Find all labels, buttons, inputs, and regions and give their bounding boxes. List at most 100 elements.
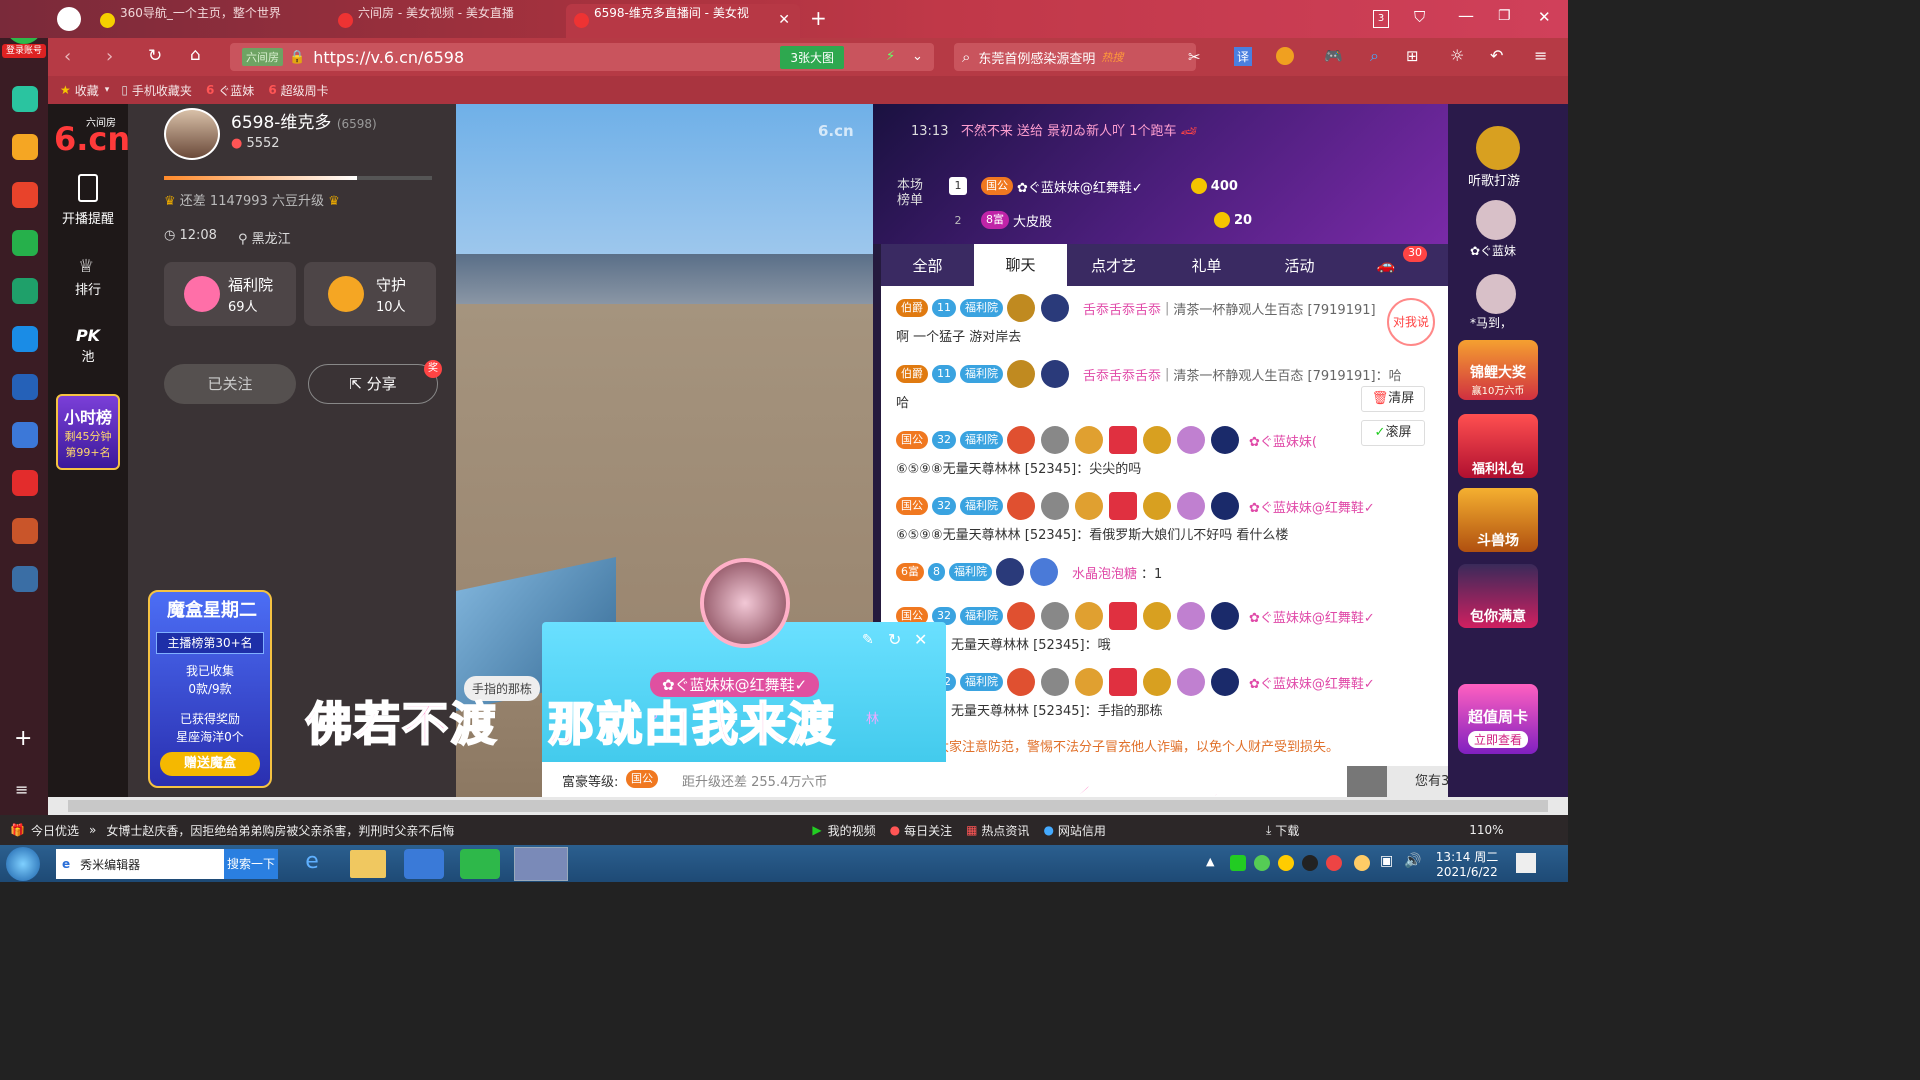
dropdown-icon[interactable]: ⌄ (912, 49, 923, 64)
chat-message[interactable]: 国公 32 福利院 ✿ぐ蓝妹妹@红舞鞋✓ 无量天尊林林 [52345]：哦 (896, 594, 1434, 660)
url-field[interactable]: 六间房 🔒 https://v.6.cn/6598 3张大图 (230, 43, 934, 71)
tab-all[interactable]: 全部 (881, 255, 974, 276)
tray-app-icon[interactable] (1302, 855, 1318, 871)
brightness-icon[interactable]: ☼ (1450, 46, 1464, 65)
translate-icon[interactable]: 译 (1234, 47, 1253, 66)
reload-icon[interactable]: ↻ (148, 46, 162, 66)
chat-message[interactable]: 伯爵 11 福利院 舌忝舌忝舌忝 | 清茶一杯静观人生百态 [7919191] … (896, 286, 1434, 352)
folder-icon[interactable] (350, 850, 386, 878)
search-button[interactable]: 搜索一下 (224, 849, 278, 879)
bookmark-lanmei[interactable]: ぐ蓝妹 (218, 82, 254, 99)
close-window-icon[interactable]: ✕ (1538, 8, 1551, 26)
notification-icon[interactable] (1516, 853, 1536, 873)
search-field[interactable]: ⌕ 东莞首例感染源查明 热搜 (954, 43, 1196, 71)
mail-icon[interactable] (12, 230, 38, 256)
rail-label[interactable]: ✿ぐ蓝妹 (1470, 242, 1516, 259)
music-game-icon[interactable] (1476, 126, 1520, 170)
bookmark-favorites[interactable]: 收藏 (75, 82, 99, 99)
bookmark-weekcard[interactable]: 超级周卡 (281, 82, 329, 99)
followed-button[interactable]: 已关注 (164, 364, 296, 404)
clear-screen-button[interactable]: 🗑清屏 (1361, 386, 1425, 412)
nav-rank[interactable]: 排行 (48, 279, 128, 298)
scissors-icon[interactable]: ✂ (1188, 48, 1201, 66)
back-icon[interactable]: ‹ (64, 46, 71, 67)
ie-icon[interactable]: e (294, 849, 330, 879)
tab-360[interactable]: 360导航_一个主页，整个世界 (92, 4, 322, 38)
news-label[interactable]: 今日优选 (31, 822, 79, 839)
welfare-button[interactable]: 福利院 69人 (164, 262, 296, 326)
undo-icon[interactable]: ↶ (1490, 46, 1503, 65)
shirt-icon[interactable]: ⛉ (1414, 8, 1425, 26)
home-icon[interactable]: ⌂ (190, 45, 201, 65)
shop-icon[interactable] (12, 566, 38, 592)
coin-icon[interactable] (1276, 47, 1294, 65)
rank-row[interactable]: 2 8富 大皮股 20 (949, 210, 1252, 230)
magnifier-icon[interactable]: ⌕ (1370, 46, 1379, 66)
xiaohongshu-icon[interactable] (12, 470, 38, 496)
status-videos[interactable]: 我的视频 (828, 822, 876, 839)
kugou-icon[interactable] (404, 849, 444, 879)
nav-pool[interactable]: 池 (48, 346, 128, 365)
tab-active[interactable]: 6598-维克多直播间 - 美女视 ✕ (566, 4, 800, 38)
cloud-icon[interactable] (12, 278, 38, 304)
bigpic-button[interactable]: 3张大图 (780, 45, 844, 69)
tray-app-icon[interactable] (1326, 855, 1342, 871)
koi-promo[interactable]: 锦鲤大奖 赢10万六币 (1458, 340, 1538, 400)
avatar[interactable] (1476, 200, 1516, 240)
chat-message[interactable]: 国公 32 福利院 ✿ぐ蓝妹妹( ⑥⑤⑨⑧无量天尊林林 [52345]：尖尖的吗 (896, 418, 1434, 484)
minimize-icon[interactable]: — (1458, 6, 1474, 25)
restore-icon[interactable]: ❐ (1498, 8, 1511, 24)
taskbar-search[interactable]: e 秀米编辑器 (56, 849, 224, 879)
tab-activity[interactable]: 活动 (1253, 255, 1346, 276)
guard-button[interactable]: 守护 10人 (304, 262, 436, 326)
game-icon[interactable] (12, 518, 38, 544)
send-magic-box-button[interactable]: 赠送魔盒 (160, 752, 260, 776)
tray-app-icon[interactable] (1254, 855, 1270, 871)
horizontal-scrollbar[interactable] (48, 797, 1568, 815)
magic-box-promo[interactable]: 魔盒星期二 主播榜第30+名 我已收集 0款/9款 已获得奖励 星座海洋0个 赠… (148, 590, 272, 788)
nav-pk[interactable]: PK (48, 326, 128, 345)
tray-shield-icon[interactable] (1230, 855, 1246, 871)
start-button-icon[interactable] (6, 847, 40, 881)
rail-label[interactable]: 听歌打游 (1468, 170, 1520, 189)
avatar[interactable] (164, 108, 220, 160)
grid-icon[interactable]: ⊞ (1406, 47, 1419, 65)
welfare-gift-promo[interactable]: 福利礼包 (1458, 414, 1538, 478)
volume-icon[interactable]: 🔊 (1404, 853, 1421, 869)
chevron-down-icon[interactable]: ▾ (105, 85, 110, 95)
navigation-icon[interactable] (57, 7, 81, 31)
browser-menu-icon[interactable]: ≡ (1534, 46, 1547, 65)
network-icon[interactable]: ▣ (1380, 853, 1393, 869)
chat-message[interactable]: 伯爵 11 福利院 舌忝舌忝舌忝 | 清茶一杯静观人生百态 [7919191]：… (896, 352, 1434, 418)
tab-6cn[interactable]: 六间房 - 美女视频 - 美女直播 (330, 4, 558, 38)
site-logo[interactable]: 六间房 6.cn (54, 112, 130, 158)
chat-message[interactable]: 国公 32 福利院 ✿ぐ蓝妹妹@红舞鞋✓ 无量天尊林林 [52345]：手指的那… (896, 660, 1434, 726)
status-hot[interactable]: 热点资讯 (981, 822, 1029, 839)
hour-rank-widget[interactable]: 小时榜 剩45分钟 第99+名 (56, 394, 120, 470)
zoom-level[interactable]: 110% (1469, 823, 1503, 837)
share-button[interactable]: ⇱ 分享 (308, 364, 438, 404)
nav-live-remind[interactable]: 开播提醒 (48, 208, 128, 227)
tab-talent[interactable]: 点才艺 (1067, 255, 1160, 276)
tray-app-icon[interactable] (1278, 855, 1294, 871)
satisfy-promo[interactable]: 包你满意 (1458, 564, 1538, 628)
refresh-icon[interactable]: ↻ (888, 630, 901, 649)
chat-message[interactable]: 国公 32 福利院 ✿ぐ蓝妹妹@红舞鞋✓ ⑥⑤⑨⑧无量天尊林林 [52345]：… (896, 484, 1434, 550)
avatar[interactable] (700, 558, 790, 648)
star-icon[interactable] (12, 134, 38, 160)
weekcard-promo[interactable]: 超值周卡 立即查看 (1458, 684, 1538, 754)
tab-chat[interactable]: 聊天 (974, 244, 1067, 286)
news-headline[interactable]: 女博士赵庆香，因拒绝给弟弟购房被父亲杀害，判刑时父亲不后悔 (106, 822, 454, 839)
tray-app-icon[interactable] (1354, 855, 1370, 871)
close-tab-icon[interactable]: ✕ (778, 12, 790, 28)
forward-icon[interactable]: › (106, 46, 113, 67)
status-credit[interactable]: 网站信用 (1058, 822, 1106, 839)
menu-icon[interactable]: ≡ (15, 780, 28, 799)
avatar[interactable] (1476, 274, 1516, 314)
login-button[interactable]: 登录账号 (2, 44, 46, 58)
bookmark-mobile[interactable]: 手机收藏夹 (132, 82, 192, 99)
tab-count[interactable]: 3 (1373, 10, 1389, 28)
rank-row[interactable]: 1 国公 ✿ぐ蓝妹妹@红舞鞋✓ 400 (949, 176, 1238, 196)
new-tab-icon[interactable]: + (810, 6, 827, 30)
rail-label[interactable]: *马到， (1470, 314, 1512, 331)
